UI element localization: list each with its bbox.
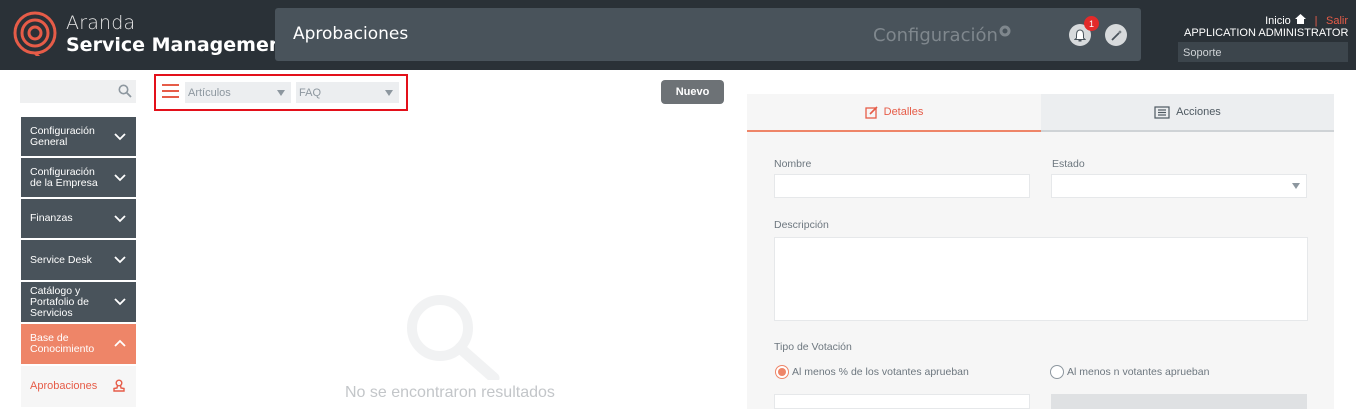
state-label: Estado (1052, 158, 1085, 170)
filter-bar: Artículos FAQ (154, 74, 408, 111)
sidebar-item-configuracion-general[interactable]: Configuración General (21, 117, 136, 158)
panel-tabs: Detalles Acciones (747, 94, 1334, 132)
chevron-down-icon (114, 214, 126, 222)
sidebar-item-label: Service Desk (30, 253, 92, 266)
aranda-logo-icon (13, 11, 57, 56)
type-select-value: Artículos (188, 87, 231, 99)
top-header: Aranda Service Management Aprobaciones C… (0, 0, 1356, 70)
description-label: Descripción (774, 219, 829, 231)
gear-icon[interactable] (998, 24, 1012, 38)
vote-option-count[interactable]: Al menos n votantes aprueban (1050, 365, 1209, 379)
sidebar-item-finanzas[interactable]: Finanzas (21, 199, 136, 240)
caret-down-icon (1292, 183, 1300, 189)
sidebar-subitem-aprobaciones[interactable]: Aprobaciones (21, 366, 136, 407)
caret-down-icon (277, 90, 285, 96)
sidebar-search-input[interactable] (20, 80, 136, 103)
tab-label: Acciones (1176, 106, 1221, 118)
tab-label: Detalles (883, 106, 924, 118)
vote-option-label: Al menos % de los votantes aprueban (792, 366, 969, 378)
bell-icon (1074, 28, 1086, 41)
user-name: APPLICATION ADMINISTRATOR (1184, 27, 1349, 39)
magic-wand-icon (1110, 29, 1122, 41)
brand-name: Aranda (66, 12, 136, 34)
type-select[interactable]: Artículos (185, 82, 291, 103)
vote-type-label: Tipo de Votación (774, 341, 852, 353)
chevron-down-icon (114, 132, 126, 140)
vote-option-percent[interactable]: Al menos % de los votantes aprueban (775, 365, 969, 379)
magic-wand-button[interactable] (1105, 24, 1127, 46)
sidebar-item-service-desk[interactable]: Service Desk (21, 240, 136, 282)
tab-acciones[interactable]: Acciones (1041, 94, 1334, 132)
new-button[interactable]: Nuevo (661, 80, 724, 104)
category-select[interactable]: FAQ (296, 82, 399, 103)
description-textarea[interactable] (774, 237, 1308, 321)
link-separator: | (1314, 15, 1318, 27)
vote-percent-field[interactable] (774, 394, 1030, 409)
sidebar-item-base-conocimiento[interactable]: Base de Conocimiento (21, 324, 136, 366)
radio-selected-icon[interactable] (775, 365, 789, 379)
vote-option-label: Al menos n votantes aprueban (1067, 366, 1210, 378)
edit-icon (864, 105, 878, 119)
logout-link[interactable]: Salir (1326, 15, 1348, 27)
home-link[interactable]: Inicio (1265, 15, 1291, 27)
chevron-up-icon (114, 339, 126, 347)
configuration-link[interactable]: Configuración (873, 25, 998, 46)
actions-icon (1154, 105, 1170, 119)
chevron-down-icon (114, 173, 126, 181)
chevron-down-icon (114, 298, 126, 306)
name-field[interactable] (774, 174, 1030, 198)
menu-icon[interactable] (162, 84, 179, 98)
name-label: Nombre (774, 158, 812, 170)
title-bar: Aprobaciones Configuración 1 (275, 8, 1141, 61)
role-selector[interactable]: Soporte (1178, 42, 1348, 62)
home-icon[interactable] (1295, 14, 1307, 24)
sidebar-item-label: Configuración General (30, 124, 95, 148)
state-select[interactable] (1051, 174, 1307, 198)
details-panel: Detalles Acciones Nombre Estado Descripc… (747, 94, 1334, 409)
category-select-value: FAQ (299, 87, 322, 99)
search-icon[interactable] (118, 84, 132, 98)
empty-results-text: No se encontraron resultados (345, 384, 555, 401)
sidebar-item-configuracion-empresa[interactable]: Configuración de la Empresa (21, 158, 136, 199)
stamp-icon (113, 379, 125, 392)
vote-count-field (1051, 394, 1307, 409)
brand-product: Service Management (66, 34, 292, 56)
sidebar-item-label: Catálogo y Portafolio de Servicios (30, 284, 89, 319)
sidebar-item-label: Base de Conocimiento (30, 332, 95, 355)
notification-badge: 1 (1084, 16, 1099, 31)
search-icon (407, 295, 500, 380)
tab-detalles[interactable]: Detalles (747, 94, 1041, 132)
sidebar-item-catalogo[interactable]: Catálogo y Portafolio de Servicios (21, 282, 136, 324)
radio-unselected-icon[interactable] (1050, 365, 1064, 379)
chevron-down-icon (114, 256, 126, 264)
page-title: Aprobaciones (293, 24, 409, 44)
sidebar-subitem-label: Aprobaciones (30, 380, 98, 392)
sidebar-item-label: Finanzas (30, 212, 73, 224)
sidebar-item-label: Configuración de la Empresa (30, 165, 98, 189)
caret-down-icon (385, 90, 393, 96)
